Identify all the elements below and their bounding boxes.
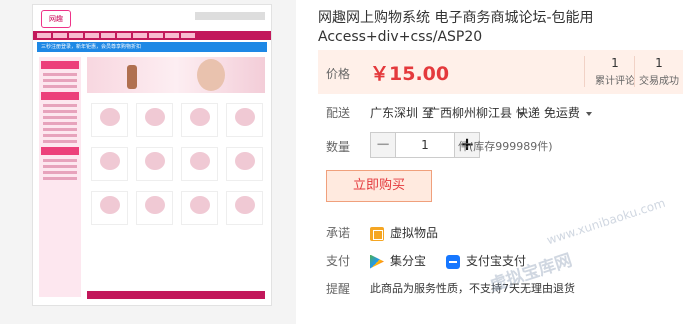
quantity-decrease-button[interactable]: − xyxy=(370,132,396,158)
quantity-input[interactable]: 1 xyxy=(396,132,454,158)
stock-text: 件(库存999989件) xyxy=(458,140,553,153)
payment-option-text: 集分宝 xyxy=(390,254,427,268)
quantity-label: 数量 xyxy=(326,140,351,154)
chevron-down-icon xyxy=(585,111,592,116)
price-value: ￥15.00 xyxy=(370,63,450,85)
payment-option-jifenbao[interactable]: 集分宝 xyxy=(370,252,426,269)
thumb-sidebar xyxy=(39,57,81,297)
jifenbao-icon xyxy=(370,254,384,269)
thumb-banner: 三秒注册登录，新年钜惠，会员尊享购物折扣 xyxy=(37,42,267,52)
thumb-logo: 网趣 xyxy=(41,10,71,28)
promise-value[interactable]: 虚拟物品 xyxy=(370,224,438,241)
shipping-from-text: 广东深圳 xyxy=(370,106,419,120)
price-label: 价格 xyxy=(326,67,351,81)
alipay-icon xyxy=(446,254,460,269)
stat-trades[interactable]: 1 交易成功 xyxy=(634,56,683,87)
promise-row: 承诺 虚拟物品 xyxy=(318,224,683,241)
shipping-to-text: 广西柳州柳江县 xyxy=(428,106,513,120)
thumb-product-grid xyxy=(91,103,263,225)
shipping-method-text: 快递 免运费 xyxy=(516,106,580,120)
promise-text: 虚拟物品 xyxy=(390,226,439,240)
payment-label: 支付 xyxy=(326,254,351,268)
virtual-goods-icon xyxy=(370,226,384,241)
shipping-method-select[interactable]: 快递 免运费 xyxy=(516,104,592,121)
price-box: 价格 ￥15.00 1 累计评论 1 交易成功 xyxy=(318,50,683,94)
thumb-footer xyxy=(87,291,265,299)
product-title: 网趣网上购物系统 电子商务商城论坛-包能用Access+div+css/ASP2… xyxy=(318,10,594,45)
thumb-hero xyxy=(87,57,265,93)
promise-label: 承诺 xyxy=(326,226,351,240)
shipping-from-select[interactable]: 广东深圳 至 xyxy=(370,104,434,121)
thumb-header: 网趣 xyxy=(33,5,271,31)
buy-now-button[interactable]: 立即购买 xyxy=(326,170,432,202)
shipping-to-select[interactable]: 广西柳州柳江县 xyxy=(428,104,525,121)
thumb-nav xyxy=(33,31,271,40)
notice-label: 提醒 xyxy=(326,282,351,296)
product-screenshot-thumbnail[interactable]: 网趣 三秒注册登录，新年钜惠，会员尊享购物折扣 xyxy=(32,4,272,306)
stat-trades-count: 1 xyxy=(655,56,663,70)
product-image-panel: 网趣 三秒注册登录，新年钜惠，会员尊享购物折扣 xyxy=(0,0,296,324)
thumb-topbar xyxy=(195,12,265,20)
quantity-row: 数量 − 1 + 件(库存999989件) xyxy=(318,132,683,158)
notice-text: 此商品为服务性质，不支持7天无理由退货 xyxy=(370,282,575,295)
stat-trades-label: 交易成功 xyxy=(639,76,679,87)
shipping-label: 配送 xyxy=(326,106,351,120)
shipping-row: 配送 广东深圳 至 广西柳州柳江县 快递 免运费 xyxy=(318,104,683,122)
payment-row: 支付 集分宝 支付宝支付 xyxy=(318,252,683,269)
